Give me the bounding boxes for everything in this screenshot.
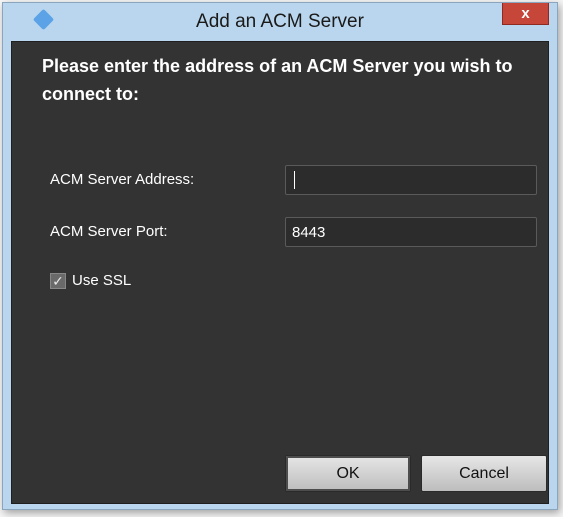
close-button[interactable]: x xyxy=(502,3,549,25)
ok-button[interactable]: OK xyxy=(285,455,411,492)
title-bar[interactable]: Add an ACM Server x xyxy=(3,3,557,40)
dialog-title: Add an ACM Server xyxy=(196,11,364,32)
server-port-input[interactable] xyxy=(285,217,537,247)
server-address-label: ACM Server Address: xyxy=(50,171,195,188)
server-address-input[interactable] xyxy=(285,165,537,195)
text-caret xyxy=(294,171,295,189)
cancel-button[interactable]: Cancel xyxy=(421,455,547,492)
use-ssl-checkbox[interactable]: ✓ xyxy=(50,273,66,289)
instruction-text: Please enter the address of an ACM Serve… xyxy=(42,56,513,104)
server-port-label: ACM Server Port: xyxy=(50,223,168,240)
use-ssl-label[interactable]: Use SSL xyxy=(72,272,131,289)
